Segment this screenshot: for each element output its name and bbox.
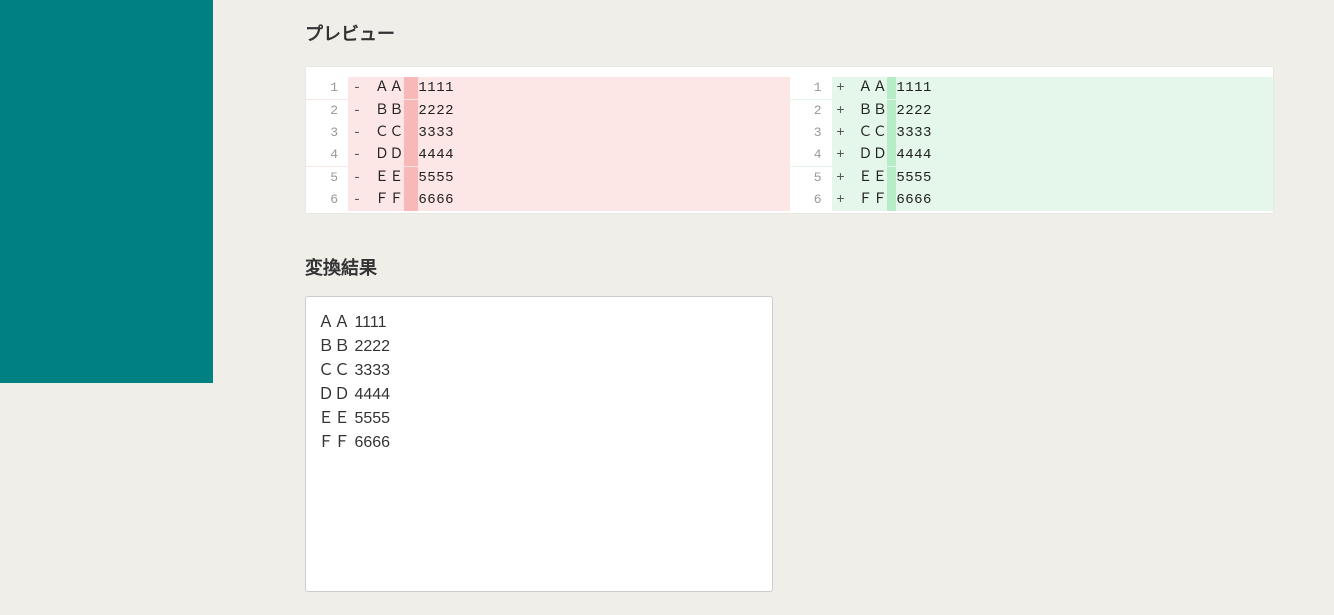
diff-text: ＣＣ 3333 [366,122,454,144]
diff-lineno: 3 [306,122,348,144]
diff-sign: - [348,167,366,189]
diff-highlight-added [887,189,896,211]
diff-highlight-removed [404,77,419,99]
main-content: プレビュー 1- ＡＡ 11112- ＢＢ 22223- ＣＣ 33334- Ｄ… [213,0,1334,592]
diff-row: 1+ ＡＡ 1111 [790,77,1274,99]
diff-sign: + [832,77,850,99]
diff-highlight-added [887,100,896,122]
diff-highlight-removed [404,100,419,122]
diff-row: 4- ＤＤ 4444 [306,144,790,166]
diff-row: 2+ ＢＢ 2222 [790,99,1274,121]
diff-row: 3- ＣＣ 3333 [306,122,790,144]
diff-lineno: 1 [790,77,832,99]
diff-highlight-removed [404,167,419,189]
diff-sign: - [348,189,366,211]
result-heading: 変換結果 [305,254,1274,280]
diff-sign: - [348,144,366,166]
sidebar [0,0,213,383]
diff-row: 3+ ＣＣ 3333 [790,122,1274,144]
diff-row: 2- ＢＢ 2222 [306,99,790,121]
diff-text: ＢＢ 2222 [850,100,932,122]
diff-sign: - [348,77,366,99]
diff-text: ＤＤ 4444 [366,144,454,166]
diff-text: ＣＣ 3333 [850,122,932,144]
diff-text: ＥＥ 5555 [366,167,454,189]
diff-lineno: 2 [790,100,832,122]
diff-preview: 1- ＡＡ 11112- ＢＢ 22223- ＣＣ 33334- ＤＤ 4444… [305,66,1274,214]
diff-text: ＦＦ 6666 [850,189,932,211]
diff-row: 4+ ＤＤ 4444 [790,144,1274,166]
diff-sign: - [348,100,366,122]
diff-text: ＢＢ 2222 [366,100,454,122]
diff-highlight-added [887,77,896,99]
diff-row: 5- ＥＥ 5555 [306,167,790,189]
preview-heading: プレビュー [305,20,1274,46]
diff-sign: + [832,189,850,211]
diff-lineno: 5 [306,167,348,189]
diff-text: ＡＡ 1111 [366,77,454,99]
diff-lineno: 6 [790,189,832,211]
diff-removed-side: 1- ＡＡ 11112- ＢＢ 22223- ＣＣ 33334- ＤＤ 4444… [306,77,790,211]
diff-text: ＤＤ 4444 [850,144,932,166]
diff-highlight-added [887,144,896,166]
diff-highlight-added [887,167,896,189]
diff-highlight-removed [404,122,419,144]
diff-lineno: 6 [306,189,348,211]
diff-highlight-removed [404,189,419,211]
diff-sign: + [832,100,850,122]
diff-sign: + [832,122,850,144]
diff-highlight-added [887,122,896,144]
diff-text: ＡＡ 1111 [850,77,932,99]
diff-sign: - [348,122,366,144]
diff-highlight-removed [404,144,419,166]
diff-text: ＥＥ 5555 [850,167,932,189]
diff-lineno: 2 [306,100,348,122]
diff-lineno: 4 [790,144,832,166]
diff-lineno: 4 [306,144,348,166]
diff-lineno: 5 [790,167,832,189]
diff-sign: + [832,144,850,166]
diff-sign: + [832,167,850,189]
diff-row: 5+ ＥＥ 5555 [790,167,1274,189]
diff-row: 6+ ＦＦ 6666 [790,189,1274,211]
diff-text: ＦＦ 6666 [366,189,454,211]
diff-row: 1- ＡＡ 1111 [306,77,790,99]
diff-lineno: 1 [306,77,348,99]
result-section: 変換結果 ＡＡ 1111 ＢＢ 2222 ＣＣ 3333 ＤＤ 4444 ＥＥ … [305,254,1274,592]
diff-added-side: 1+ ＡＡ 11112+ ＢＢ 22223+ ＣＣ 33334+ ＤＤ 4444… [790,77,1274,211]
diff-lineno: 3 [790,122,832,144]
diff-row: 6- ＦＦ 6666 [306,189,790,211]
result-output[interactable]: ＡＡ 1111 ＢＢ 2222 ＣＣ 3333 ＤＤ 4444 ＥＥ 5555 … [305,296,773,592]
